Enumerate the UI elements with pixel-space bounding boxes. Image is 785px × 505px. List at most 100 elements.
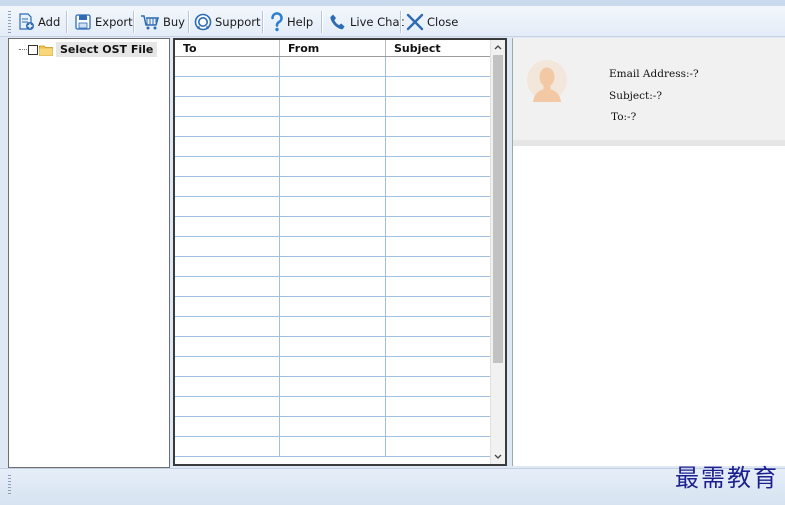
subject-field: Subject:-? <box>609 90 662 102</box>
table-cell[interactable] <box>385 76 491 97</box>
table-row[interactable] <box>175 316 491 337</box>
table-row[interactable] <box>175 176 491 197</box>
table-row[interactable] <box>175 416 491 437</box>
table-cell[interactable] <box>385 436 491 457</box>
table-cell[interactable] <box>279 256 386 277</box>
table-row[interactable] <box>175 76 491 97</box>
help-button[interactable]: Help <box>270 10 313 34</box>
table-cell[interactable] <box>279 56 386 77</box>
table-cell[interactable] <box>279 336 386 357</box>
table-cell[interactable] <box>279 196 386 217</box>
table-row[interactable] <box>175 236 491 257</box>
table-row[interactable] <box>175 296 491 317</box>
table-cell[interactable] <box>175 436 280 457</box>
table-row[interactable] <box>175 96 491 117</box>
table-row[interactable] <box>175 136 491 157</box>
table-cell[interactable] <box>385 316 491 337</box>
tree-root-node[interactable]: Select OST File <box>19 42 158 57</box>
table-cell[interactable] <box>385 236 491 257</box>
table-cell[interactable] <box>175 216 280 237</box>
column-header-subject[interactable]: Subject <box>385 40 491 57</box>
support-button[interactable]: Support <box>194 10 260 34</box>
table-cell[interactable] <box>279 356 386 377</box>
scroll-up-arrow[interactable] <box>491 40 505 54</box>
table-row[interactable] <box>175 336 491 357</box>
table-cell[interactable] <box>279 236 386 257</box>
table-cell[interactable] <box>279 316 386 337</box>
table-cell[interactable] <box>385 256 491 277</box>
table-cell[interactable] <box>175 96 280 117</box>
table-cell[interactable] <box>175 416 280 437</box>
table-row[interactable] <box>175 56 491 77</box>
table-cell[interactable] <box>175 256 280 277</box>
table-cell[interactable] <box>385 176 491 197</box>
table-cell[interactable] <box>385 156 491 177</box>
table-row[interactable] <box>175 396 491 417</box>
table-cell[interactable] <box>175 56 280 77</box>
table-row[interactable] <box>175 116 491 137</box>
table-cell[interactable] <box>279 436 386 457</box>
table-cell[interactable] <box>385 296 491 317</box>
table-cell[interactable] <box>385 416 491 437</box>
table-cell[interactable] <box>175 156 280 177</box>
table-cell[interactable] <box>175 356 280 377</box>
table-cell[interactable] <box>175 236 280 257</box>
column-header-to[interactable]: To <box>175 40 280 57</box>
table-row[interactable] <box>175 156 491 177</box>
table-cell[interactable] <box>385 336 491 357</box>
table-cell[interactable] <box>279 296 386 317</box>
close-button[interactable]: Close <box>406 10 458 34</box>
table-cell[interactable] <box>279 76 386 97</box>
table-row[interactable] <box>175 356 491 377</box>
folder-tree-pane[interactable]: Select OST File <box>8 38 170 468</box>
table-cell[interactable] <box>175 136 280 157</box>
table-cell[interactable] <box>175 336 280 357</box>
table-cell[interactable] <box>385 276 491 297</box>
table-cell[interactable] <box>385 396 491 417</box>
table-cell[interactable] <box>385 356 491 377</box>
table-cell[interactable] <box>175 376 280 397</box>
table-cell[interactable] <box>175 116 280 137</box>
table-row[interactable] <box>175 276 491 297</box>
table-cell[interactable] <box>279 416 386 437</box>
table-cell[interactable] <box>175 196 280 217</box>
export-button[interactable]: Export <box>74 10 133 34</box>
table-row[interactable] <box>175 196 491 217</box>
table-cell[interactable] <box>385 216 491 237</box>
table-cell[interactable] <box>385 196 491 217</box>
table-cell[interactable] <box>279 156 386 177</box>
table-cell[interactable] <box>175 176 280 197</box>
toolbar-grip[interactable] <box>8 11 11 33</box>
live-chat-button[interactable]: Live Chat <box>329 10 404 34</box>
table-cell[interactable] <box>175 396 280 417</box>
tree-root-checkbox[interactable] <box>28 44 38 55</box>
table-cell[interactable] <box>279 276 386 297</box>
table-cell[interactable] <box>175 276 280 297</box>
table-cell[interactable] <box>279 216 386 237</box>
table-cell[interactable] <box>279 136 386 157</box>
vertical-scrollbar[interactable] <box>490 40 505 464</box>
tree-root-label[interactable]: Select OST File <box>56 42 158 57</box>
table-cell[interactable] <box>279 116 386 137</box>
table-row[interactable] <box>175 436 491 457</box>
table-cell[interactable] <box>279 376 386 397</box>
table-cell[interactable] <box>385 116 491 137</box>
scroll-thumb[interactable] <box>493 55 503 363</box>
table-cell[interactable] <box>279 396 386 417</box>
table-cell[interactable] <box>175 316 280 337</box>
table-row[interactable] <box>175 256 491 277</box>
buy-button[interactable]: Buy <box>140 10 185 34</box>
table-row[interactable] <box>175 376 491 397</box>
table-cell[interactable] <box>385 376 491 397</box>
table-cell[interactable] <box>385 136 491 157</box>
column-header-from[interactable]: From <box>279 40 386 57</box>
scroll-down-arrow[interactable] <box>491 450 505 464</box>
add-button[interactable]: Add <box>17 10 60 34</box>
table-cell[interactable] <box>385 96 491 117</box>
table-cell[interactable] <box>175 296 280 317</box>
table-cell[interactable] <box>385 56 491 77</box>
table-row[interactable] <box>175 216 491 237</box>
table-cell[interactable] <box>279 176 386 197</box>
table-cell[interactable] <box>279 96 386 117</box>
table-cell[interactable] <box>175 76 280 97</box>
